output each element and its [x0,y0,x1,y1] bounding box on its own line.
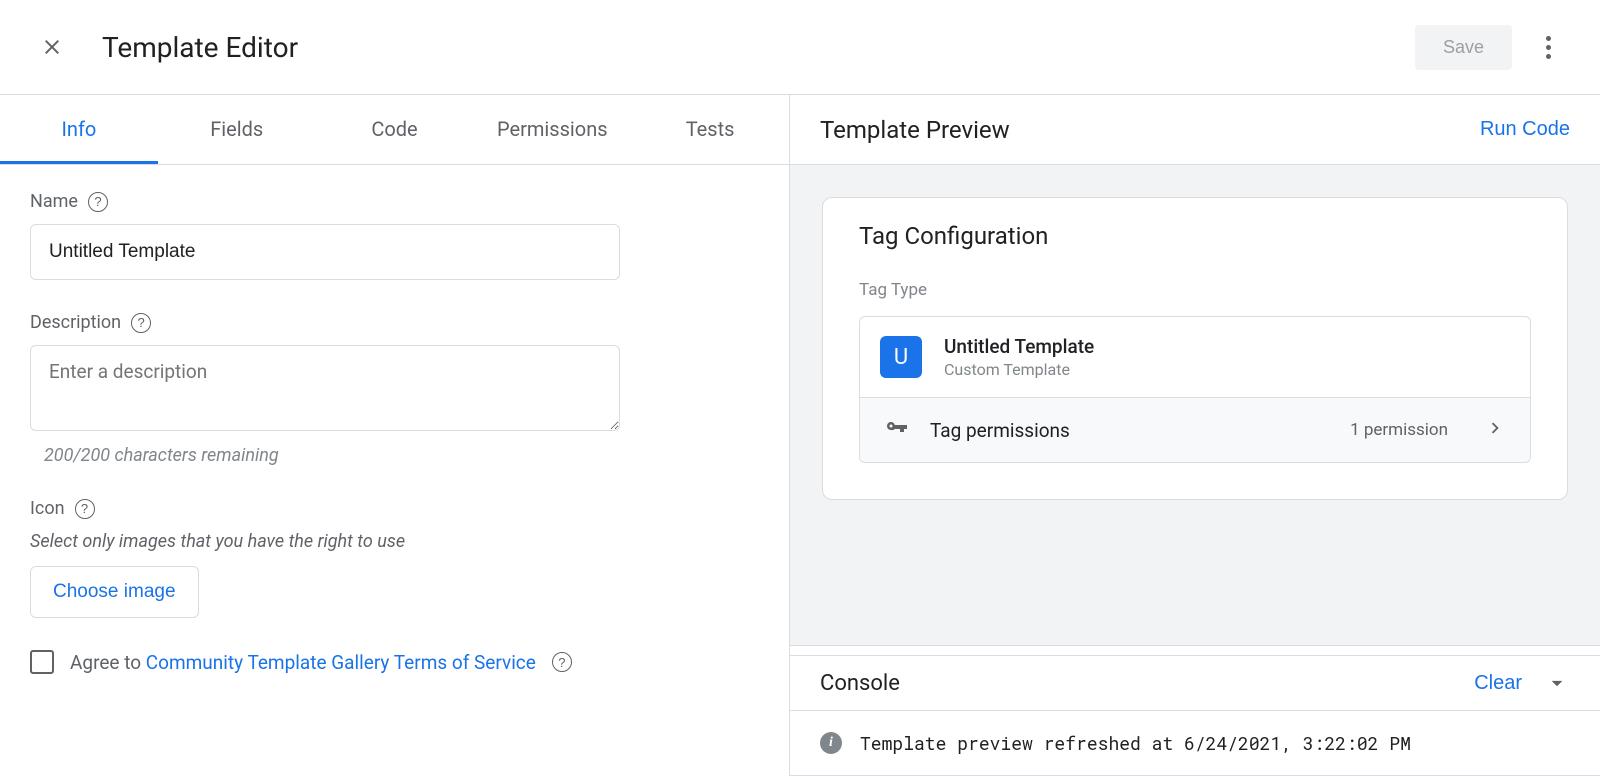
preview-title: Template Preview [820,116,1010,144]
description-label: Description [30,312,121,333]
more-menu-button[interactable] [1526,25,1570,69]
tab-tests[interactable]: Tests [631,95,789,164]
header-bar: Template Editor Save [0,0,1600,95]
name-input[interactable] [30,224,620,280]
console-clear-button[interactable]: Clear [1474,672,1522,695]
agree-checkbox[interactable] [30,650,54,674]
tab-fields[interactable]: Fields [158,95,316,164]
tag-name: Untitled Template [944,335,1094,358]
icon-label: Icon [30,498,65,519]
tag-avatar: U [880,336,922,378]
tag-configuration-card: Tag Configuration Tag Type U Untitled Te… [822,197,1568,500]
chevron-right-icon [1484,417,1506,443]
key-icon [884,416,908,444]
help-icon[interactable]: ? [131,313,151,333]
name-label: Name [30,191,78,212]
tag-permissions-row[interactable]: Tag permissions 1 permission [860,397,1530,462]
preview-pane: Template Preview Run Code Tag Configurat… [790,95,1600,776]
save-button[interactable]: Save [1415,25,1512,70]
close-button[interactable] [30,25,74,69]
tab-info[interactable]: Info [0,95,158,164]
tabs-bar: Info Fields Code Permissions Tests [0,95,789,165]
tab-permissions[interactable]: Permissions [473,95,631,164]
card-title: Tag Configuration [859,222,1531,250]
console-message: Template preview refreshed at 6/24/2021,… [860,731,1411,755]
tag-type-row[interactable]: U Untitled Template Custom Template [860,317,1530,397]
permissions-label: Tag permissions [930,419,1328,442]
description-textarea[interactable] [30,345,620,431]
console-header: Console Clear [790,655,1600,711]
more-vert-icon [1546,36,1551,59]
console-expand-button[interactable] [1544,670,1570,696]
page-title: Template Editor [102,31,298,64]
choose-image-button[interactable]: Choose image [30,566,199,618]
tag-type-label: Tag Type [859,280,1531,300]
agree-prefix: Agree to [70,651,141,674]
character-counter: 200/200 characters remaining [44,445,759,466]
terms-of-service-link[interactable]: Community Template Gallery Terms of Serv… [146,651,536,674]
console-log-line: i Template preview refreshed at 6/24/202… [790,711,1600,776]
console-title: Console [820,671,900,696]
permissions-count: 1 permission [1350,420,1448,440]
help-icon[interactable]: ? [75,499,95,519]
tab-code[interactable]: Code [316,95,474,164]
chevron-down-icon [1544,670,1570,696]
icon-hint: Select only images that you have the rig… [30,531,759,552]
editor-pane: Info Fields Code Permissions Tests Name … [0,95,790,776]
tag-subtitle: Custom Template [944,360,1094,379]
info-icon: i [820,732,842,754]
close-icon [40,35,64,59]
help-icon[interactable]: ? [552,652,572,672]
help-icon[interactable]: ? [88,192,108,212]
run-code-button[interactable]: Run Code [1480,118,1570,141]
